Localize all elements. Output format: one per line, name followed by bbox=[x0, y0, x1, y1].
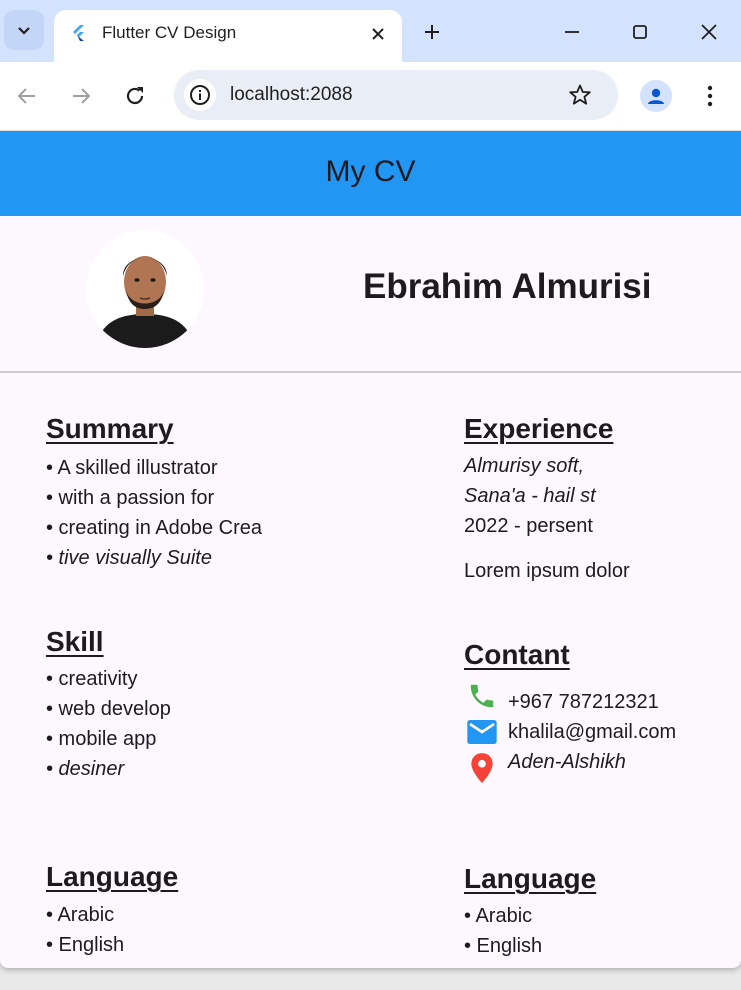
site-info-button[interactable] bbox=[184, 79, 216, 111]
profile-button[interactable] bbox=[640, 80, 672, 112]
language-title: Language bbox=[46, 861, 179, 892]
summary-line: • creating in Adobe Crea bbox=[46, 517, 263, 539]
experience-period: 2022 - persent bbox=[464, 515, 593, 537]
skill-item: • creativity bbox=[46, 668, 138, 690]
minimize-icon bbox=[565, 31, 579, 33]
url-text[interactable]: localhost:2088 bbox=[230, 84, 353, 106]
forward-button[interactable] bbox=[65, 80, 97, 112]
close-icon bbox=[372, 28, 384, 40]
profile-icon bbox=[648, 88, 664, 104]
reload-button[interactable] bbox=[119, 80, 151, 112]
maximize-icon bbox=[633, 25, 647, 39]
summary-line: • tive visually Suite bbox=[46, 547, 212, 569]
info-icon bbox=[190, 85, 210, 105]
flutter-logo-icon bbox=[73, 25, 84, 41]
location-pin-icon bbox=[466, 752, 498, 784]
language-item: • Arabic bbox=[46, 904, 115, 926]
person-name: Ebrahim Almurisi bbox=[363, 267, 652, 306]
tab-search-button[interactable] bbox=[4, 10, 44, 50]
language-item: • Arabic bbox=[464, 905, 533, 927]
new-tab-button[interactable] bbox=[418, 18, 446, 46]
skill-item: • web develop bbox=[46, 698, 171, 720]
more-vert-icon bbox=[707, 85, 713, 107]
contact-title: Contant bbox=[464, 639, 570, 670]
summary-title: Summary bbox=[46, 413, 174, 444]
language-title: Language bbox=[464, 863, 597, 894]
chevron-down-icon bbox=[18, 27, 30, 35]
browser-menu-button[interactable] bbox=[696, 80, 724, 112]
back-button[interactable] bbox=[11, 80, 43, 112]
summary-line: • with a passion for bbox=[46, 487, 215, 509]
email-icon bbox=[466, 716, 498, 748]
browser-window: Flutter CV Design localhost:2088 My CV E… bbox=[0, 0, 741, 968]
tab-title: Flutter CV Design bbox=[102, 23, 237, 42]
contact-location: Aden-Alshikh bbox=[508, 751, 626, 773]
skill-item: • mobile app bbox=[46, 728, 157, 750]
bookmark-button[interactable] bbox=[566, 81, 594, 109]
arrow-left-icon bbox=[17, 88, 35, 104]
summary-line: • A skilled illustrator bbox=[46, 457, 218, 479]
arrow-right-icon bbox=[73, 88, 91, 104]
tab-strip: Flutter CV Design bbox=[0, 0, 741, 62]
address-bar[interactable]: localhost:2088 bbox=[174, 70, 618, 120]
experience-title: Experience bbox=[464, 413, 614, 444]
browser-toolbar: localhost:2088 bbox=[0, 62, 741, 131]
profile-photo bbox=[86, 230, 204, 348]
tab-close-button[interactable] bbox=[364, 20, 392, 48]
contact-phone: +967 787212321 bbox=[508, 691, 659, 713]
avatar bbox=[86, 230, 204, 348]
star-icon bbox=[569, 84, 591, 105]
app-bar: My CV bbox=[0, 131, 741, 216]
phone-icon bbox=[466, 680, 498, 712]
maximize-button[interactable] bbox=[620, 14, 660, 50]
skill-title: Skill bbox=[46, 626, 104, 657]
experience-address: Sana'a - hail st bbox=[464, 485, 596, 507]
close-window-button[interactable] bbox=[689, 14, 729, 50]
minimize-button[interactable] bbox=[552, 14, 592, 50]
language-item: • English bbox=[464, 935, 543, 957]
contact-email: khalila@gmail.com bbox=[508, 721, 677, 743]
app-title: My CV bbox=[325, 155, 416, 188]
active-tab[interactable]: Flutter CV Design bbox=[54, 10, 402, 62]
close-icon bbox=[701, 24, 717, 40]
reload-icon bbox=[126, 87, 144, 105]
experience-description: Lorem ipsum dolor bbox=[464, 560, 630, 582]
language-item: • English bbox=[46, 934, 125, 956]
skill-item: • desiner bbox=[46, 758, 125, 780]
plus-icon bbox=[425, 25, 439, 39]
divider bbox=[0, 371, 741, 373]
experience-company: Almurisy soft, bbox=[464, 455, 585, 477]
